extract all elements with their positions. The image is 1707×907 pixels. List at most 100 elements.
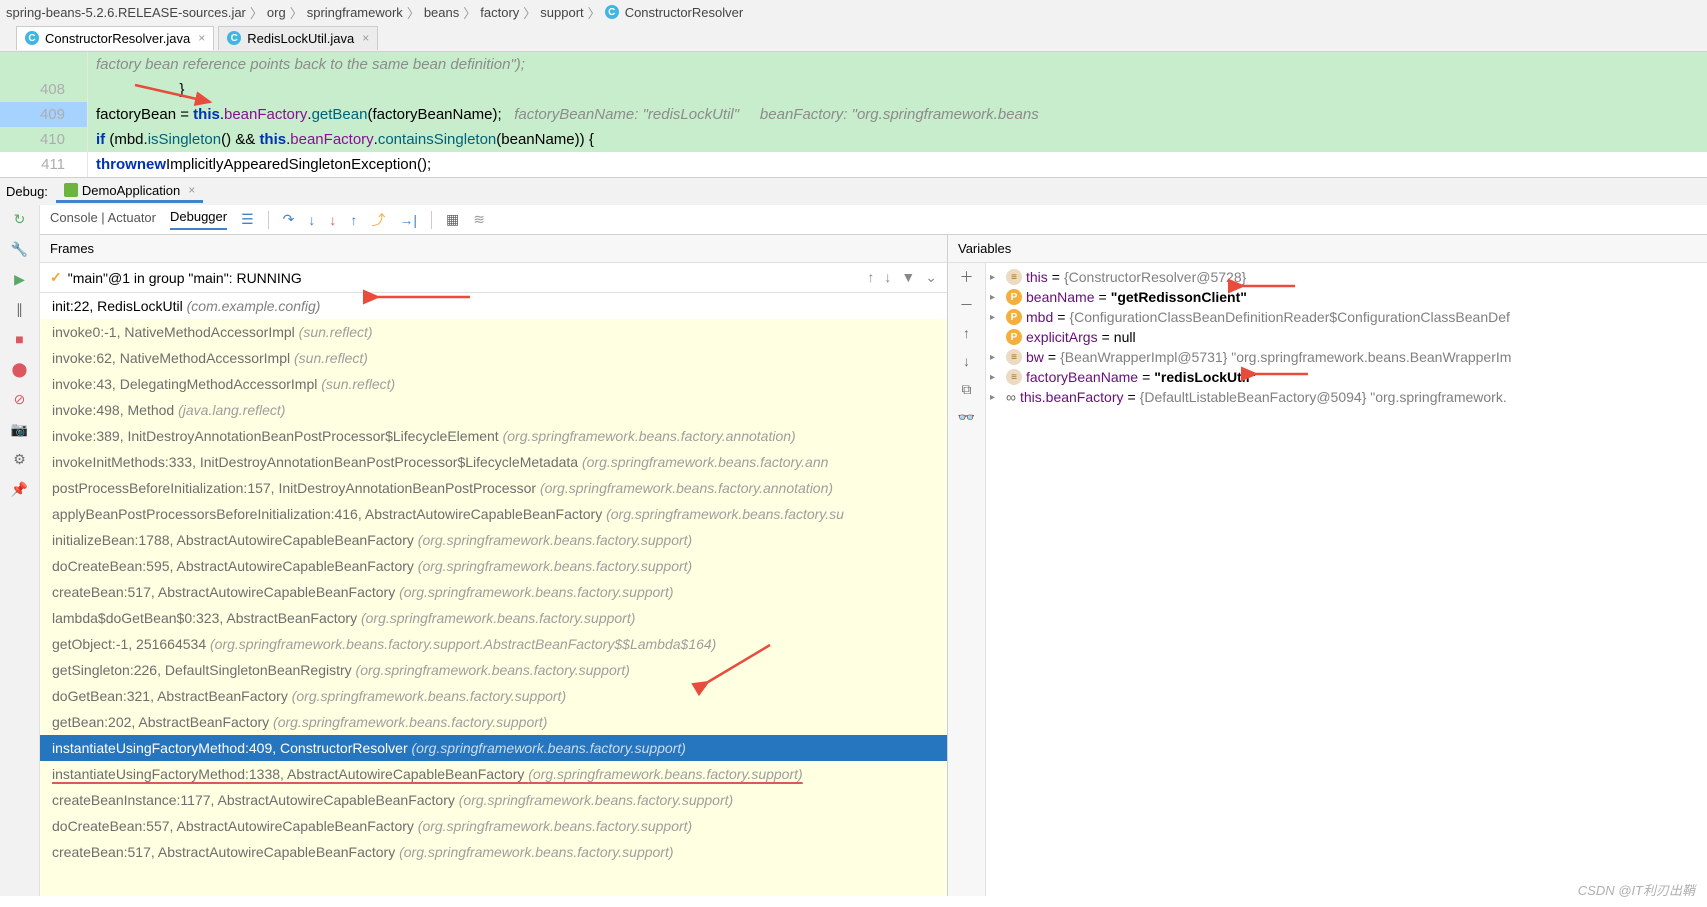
stack-frame[interactable]: init:22, RedisLockUtil (com.example.conf… bbox=[40, 293, 947, 319]
stack-frame[interactable]: createBeanInstance:1177, AbstractAutowir… bbox=[40, 787, 947, 813]
modify-run-icon[interactable]: 🔧 bbox=[12, 241, 28, 257]
stack-frame[interactable]: instantiateUsingFactoryMethod:409, Const… bbox=[40, 735, 947, 761]
variables-side-toolbar: ＋ － ↑ ↓ ⧉ 👓 bbox=[948, 263, 986, 896]
variable-row[interactable]: P explicitArgs = null bbox=[986, 327, 1707, 347]
close-icon[interactable]: × bbox=[188, 183, 195, 197]
breadcrumb-part[interactable]: org bbox=[267, 5, 286, 20]
variable-row[interactable]: ▸≡ bw = {BeanWrapperImpl@5731} "org.spri… bbox=[986, 347, 1707, 367]
stack-frame[interactable]: doGetBean:321, AbstractBeanFactory (org.… bbox=[40, 683, 947, 709]
rerun-icon[interactable]: ↻ bbox=[12, 211, 28, 227]
close-icon[interactable]: × bbox=[198, 31, 205, 45]
evaluate-expression-icon[interactable]: ▦ bbox=[446, 211, 459, 228]
stack-frame[interactable]: invoke:43, DelegatingMethodAccessorImpl … bbox=[40, 371, 947, 397]
duplicate-icon[interactable]: ⧉ bbox=[959, 381, 975, 397]
editor-tab-constructor[interactable]: C ConstructorResolver.java × bbox=[16, 26, 214, 50]
breadcrumb-part[interactable]: support bbox=[540, 5, 583, 20]
pin-icon[interactable]: 📌 bbox=[12, 481, 28, 497]
stack-frame[interactable]: invoke:62, NativeMethodAccessorImpl (sun… bbox=[40, 345, 947, 371]
variable-row[interactable]: ▸≡ factoryBeanName = "redisLockUtil" bbox=[986, 367, 1707, 387]
frames-list[interactable]: init:22, RedisLockUtil (com.example.conf… bbox=[40, 293, 947, 896]
debug-label: Debug: bbox=[6, 184, 48, 199]
force-step-into-icon[interactable]: ↓ bbox=[329, 212, 336, 228]
stack-frame[interactable]: doCreateBean:595, AbstractAutowireCapabl… bbox=[40, 553, 947, 579]
tab-label: RedisLockUtil.java bbox=[247, 31, 354, 46]
editor-tabs: C ConstructorResolver.java × C RedisLock… bbox=[0, 24, 1707, 52]
stop-icon[interactable]: ■ bbox=[12, 331, 28, 347]
stack-frame[interactable]: instantiateUsingFactoryMethod:1338, Abst… bbox=[40, 761, 947, 787]
stack-frame[interactable]: initializeBean:1788, AbstractAutowireCap… bbox=[40, 527, 947, 553]
variables-header: Variables bbox=[948, 235, 1707, 263]
debug-app-name: DemoApplication bbox=[82, 183, 180, 198]
variable-row[interactable]: ▸∞ this.beanFactory = {DefaultListableBe… bbox=[986, 387, 1707, 407]
breadcrumb-jar[interactable]: spring-beans-5.2.6.RELEASE-sources.jar bbox=[6, 5, 246, 20]
check-icon: ✓ bbox=[50, 269, 62, 286]
step-out-icon[interactable]: ↑ bbox=[350, 212, 357, 228]
breadcrumb-part[interactable]: factory bbox=[480, 5, 519, 20]
close-icon[interactable]: × bbox=[362, 31, 369, 45]
line-number: 409 bbox=[0, 102, 88, 127]
variable-row[interactable]: ▸≡ this = {ConstructorResolver@5728} bbox=[986, 267, 1707, 287]
debug-side-toolbar: ↻ 🔧 ▶ ∥ ■ ⬤ ⊘ 📷 ⚙ 📌 bbox=[0, 205, 40, 896]
line-number: 410 bbox=[0, 127, 88, 152]
mute-breakpoints-icon[interactable]: ⊘ bbox=[12, 391, 28, 407]
step-into-icon[interactable]: ↓ bbox=[308, 212, 315, 228]
step-over-icon[interactable]: ↷ bbox=[283, 211, 295, 228]
debug-config-tab[interactable]: DemoApplication × bbox=[56, 181, 203, 203]
console-tab[interactable]: Console | Actuator bbox=[50, 210, 156, 229]
add-watch-icon[interactable]: ＋ bbox=[959, 269, 975, 285]
class-icon: C bbox=[605, 5, 619, 19]
stack-frame[interactable]: invoke:389, InitDestroyAnnotationBeanPos… bbox=[40, 423, 947, 449]
prev-frame-icon[interactable]: ↑ bbox=[867, 269, 874, 286]
drop-frame-icon[interactable]: ⤴ bbox=[371, 210, 385, 230]
chevron-right-icon: 〉 bbox=[250, 3, 263, 22]
view-breakpoints-icon[interactable]: ⬤ bbox=[12, 361, 28, 377]
stack-frame[interactable]: invokeInitMethods:333, InitDestroyAnnota… bbox=[40, 449, 947, 475]
breadcrumb-part[interactable]: beans bbox=[424, 5, 459, 20]
resume-icon[interactable]: ▶ bbox=[12, 271, 28, 287]
breadcrumb-part[interactable]: springframework bbox=[307, 5, 403, 20]
class-icon: C bbox=[227, 31, 241, 45]
variable-row[interactable]: ▸P mbd = {ConfigurationClassBeanDefiniti… bbox=[986, 307, 1707, 327]
get-thread-dump-icon[interactable]: 📷 bbox=[12, 421, 28, 437]
editor-tab-redislock[interactable]: C RedisLockUtil.java × bbox=[218, 26, 378, 50]
variables-list[interactable]: ▸≡ this = {ConstructorResolver@5728}▸P b… bbox=[986, 263, 1707, 896]
stack-frame[interactable]: createBean:517, AbstractAutowireCapableB… bbox=[40, 579, 947, 605]
variable-row[interactable]: ▸P beanName = "getRedissonClient" bbox=[986, 287, 1707, 307]
filter-icon[interactable]: ▼ bbox=[901, 269, 915, 286]
show-watches-icon[interactable]: 👓 bbox=[959, 409, 975, 425]
watermark: CSDN @IT利刃出鞘 bbox=[1578, 880, 1695, 899]
thread-label: "main"@1 in group "main": RUNNING bbox=[68, 270, 302, 286]
run-to-cursor-icon[interactable]: →| bbox=[399, 212, 417, 228]
remove-watch-icon[interactable]: － bbox=[959, 297, 975, 313]
breadcrumb-class[interactable]: ConstructorResolver bbox=[625, 5, 744, 20]
settings-icon[interactable]: ⚙ bbox=[12, 451, 28, 467]
thread-selector[interactable]: ✓ "main"@1 in group "main": RUNNING ↑ ↓ … bbox=[40, 263, 947, 293]
line-number: 408 bbox=[0, 77, 88, 102]
frames-panel: Frames ✓ "main"@1 in group "main": RUNNI… bbox=[40, 235, 948, 896]
trace-icon[interactable]: ≋ bbox=[473, 211, 485, 228]
up-icon[interactable]: ↑ bbox=[959, 325, 975, 341]
down-icon[interactable]: ↓ bbox=[959, 353, 975, 369]
variables-title: Variables bbox=[958, 241, 1011, 256]
dropdown-icon[interactable]: ⌄ bbox=[925, 269, 937, 286]
stack-frame[interactable]: invoke:498, Method (java.lang.reflect) bbox=[40, 397, 947, 423]
pause-icon[interactable]: ∥ bbox=[12, 301, 28, 317]
stack-frame[interactable]: invoke0:-1, NativeMethodAccessorImpl (su… bbox=[40, 319, 947, 345]
debug-header: Debug: DemoApplication × bbox=[0, 177, 1707, 205]
debug-panel: ↻ 🔧 ▶ ∥ ■ ⬤ ⊘ 📷 ⚙ 📌 Console | Actuator D… bbox=[0, 205, 1707, 896]
next-frame-icon[interactable]: ↓ bbox=[884, 269, 891, 286]
debugger-tab[interactable]: Debugger bbox=[170, 209, 227, 230]
stack-frame[interactable]: applyBeanPostProcessorsBeforeInitializat… bbox=[40, 501, 947, 527]
code-editor[interactable]: factory bean reference points back to th… bbox=[0, 52, 1707, 177]
spring-boot-icon bbox=[64, 183, 78, 197]
stack-frame[interactable]: createBean:517, AbstractAutowireCapableB… bbox=[40, 839, 947, 865]
restore-layout-icon[interactable]: ☰ bbox=[241, 211, 254, 228]
stack-frame[interactable]: lambda$doGetBean$0:323, AbstractBeanFact… bbox=[40, 605, 947, 631]
stack-frame[interactable]: getObject:-1, 251664534 (org.springframe… bbox=[40, 631, 947, 657]
stack-frame[interactable]: getBean:202, AbstractBeanFactory (org.sp… bbox=[40, 709, 947, 735]
line-number: 411 bbox=[0, 152, 88, 177]
stack-frame[interactable]: postProcessBeforeInitialization:157, Ini… bbox=[40, 475, 947, 501]
breadcrumb: spring-beans-5.2.6.RELEASE-sources.jar 〉… bbox=[0, 0, 1707, 24]
stack-frame[interactable]: getSingleton:226, DefaultSingletonBeanRe… bbox=[40, 657, 947, 683]
stack-frame[interactable]: doCreateBean:557, AbstractAutowireCapabl… bbox=[40, 813, 947, 839]
